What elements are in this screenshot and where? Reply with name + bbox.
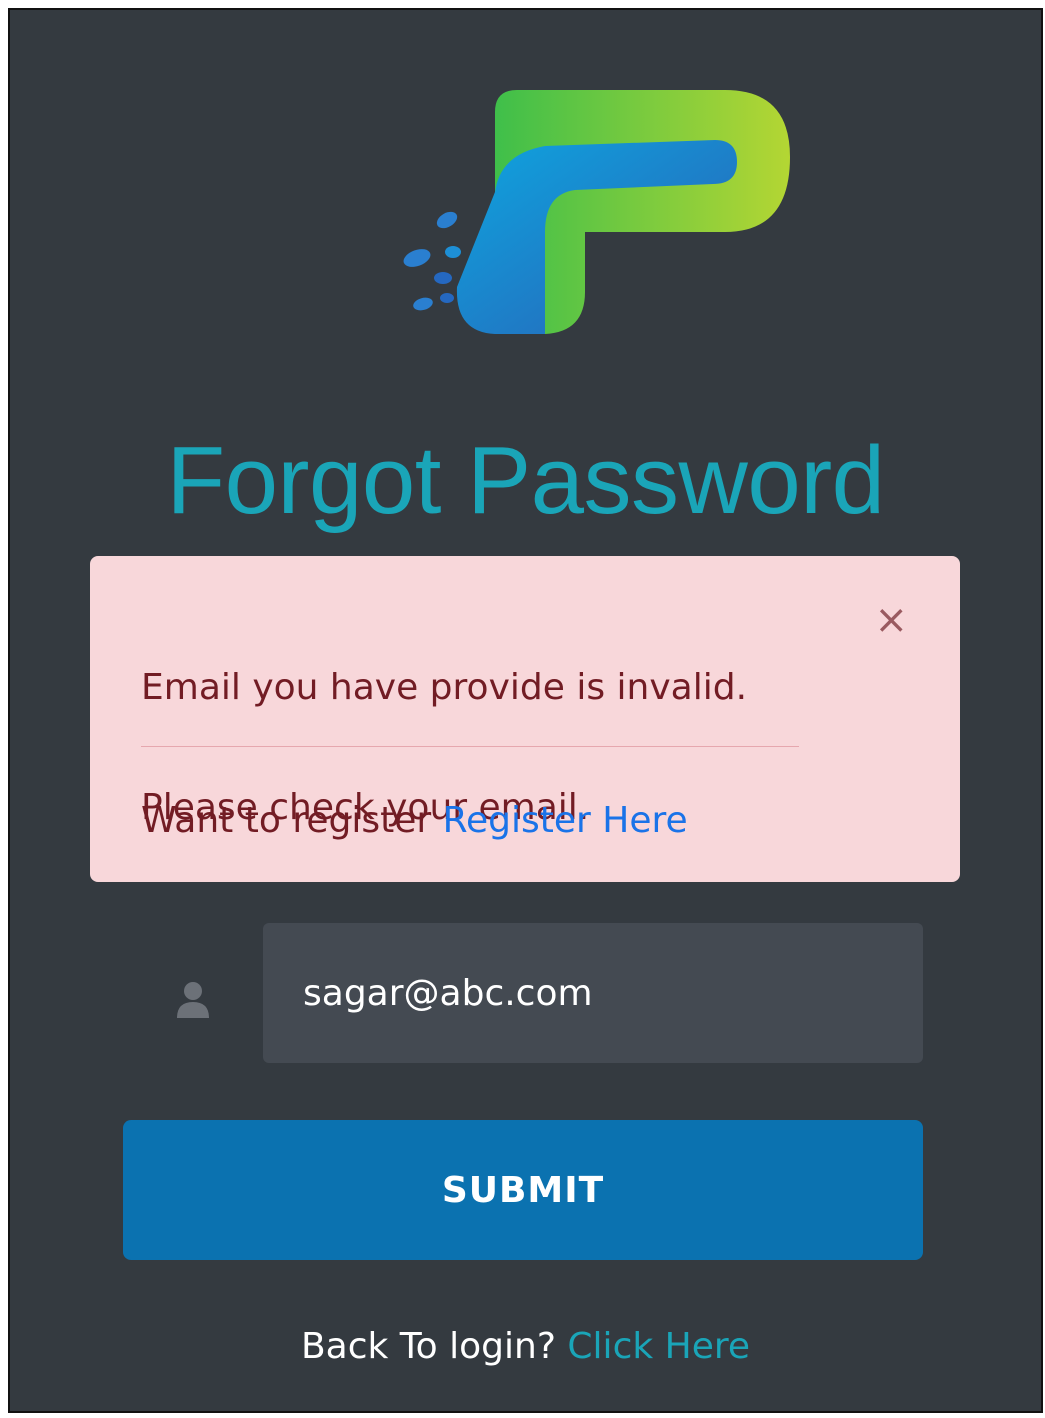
login-panel: Forgot Password Email you have provide i… [8,8,1043,1413]
register-prompt: Want to register Register Here [141,796,688,846]
email-field[interactable] [263,923,923,1063]
back-to-login-link[interactable]: Click Here [567,1326,750,1367]
alert-message: Email you have provide is invalid. Pleas… [141,598,821,898]
back-prompt-text: Back To login? [300,1326,556,1367]
back-to-login: Back To login? Click Here [10,1326,1041,1367]
close-icon[interactable]: × [874,600,908,640]
error-alert: Email you have provide is invalid. Pleas… [90,556,960,882]
alert-message-line1: Email you have provide is invalid. [141,667,748,708]
register-prompt-text: Want to register [141,800,432,841]
register-link[interactable]: Register Here [443,800,688,841]
submit-button[interactable]: SUBMIT [123,1120,923,1260]
brand-logo [403,90,790,334]
alert-divider [141,746,799,747]
user-icon [177,982,209,1018]
page-title: Forgot Password [166,427,885,534]
